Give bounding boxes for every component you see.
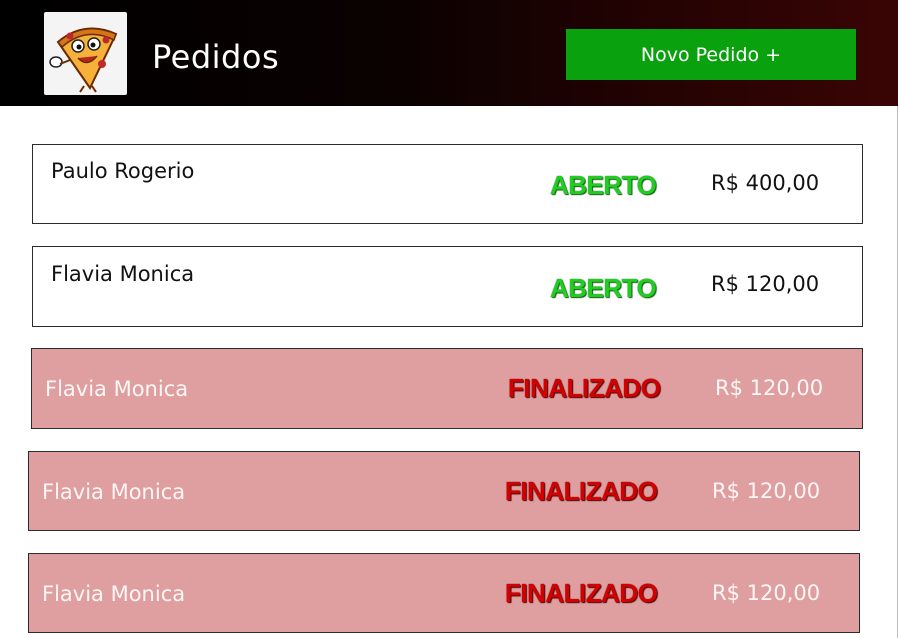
order-row[interactable]: Paulo Rogerio ABERTO R$ 400,00 — [32, 144, 863, 224]
order-price: R$ 120,00 — [712, 479, 821, 503]
page-title: Pedidos — [152, 38, 280, 76]
status-badge: ABERTO — [550, 273, 657, 303]
customer-name: Flavia Monica — [45, 377, 189, 401]
status-badge: FINALIZADO — [505, 476, 658, 506]
order-row[interactable]: Flavia Monica ABERTO R$ 120,00 — [32, 246, 863, 327]
pizza-logo-icon — [44, 12, 127, 95]
order-row[interactable]: Flavia Monica FINALIZADO R$ 120,00 — [28, 553, 860, 633]
order-price: R$ 120,00 — [711, 272, 820, 296]
order-price: R$ 400,00 — [711, 171, 820, 195]
new-order-button[interactable]: Novo Pedido + — [566, 29, 856, 80]
app-header: Pedidos Novo Pedido + — [0, 0, 898, 106]
order-row[interactable]: Flavia Monica FINALIZADO R$ 120,00 — [28, 451, 860, 531]
customer-name: Flavia Monica — [51, 262, 195, 286]
status-badge: FINALIZADO — [505, 578, 658, 608]
status-badge: ABERTO — [550, 170, 657, 200]
customer-name: Flavia Monica — [42, 582, 186, 606]
order-price: R$ 120,00 — [715, 376, 824, 400]
order-price: R$ 120,00 — [712, 581, 821, 605]
status-badge: FINALIZADO — [508, 373, 661, 403]
customer-name: Flavia Monica — [42, 480, 186, 504]
customer-name: Paulo Rogerio — [51, 159, 195, 183]
order-row[interactable]: Flavia Monica FINALIZADO R$ 120,00 — [31, 348, 863, 429]
